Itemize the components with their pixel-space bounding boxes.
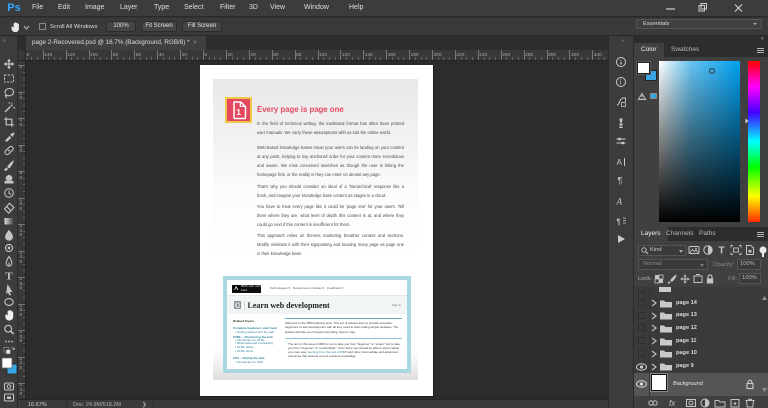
svg-text:A: A: [617, 158, 623, 167]
svg-text:¶: ¶: [618, 176, 623, 186]
svg-text:T: T: [719, 246, 725, 257]
svg-text:¶: ¶: [617, 218, 621, 227]
svg-text:«: «: [622, 38, 625, 44]
svg-text:T: T: [5, 271, 13, 283]
svg-text:fx: fx: [669, 399, 676, 408]
svg-text:»: »: [3, 38, 6, 44]
svg-text:1: 1: [236, 107, 241, 117]
svg-text:i: i: [620, 80, 622, 87]
svg-text:A: A: [616, 197, 623, 207]
